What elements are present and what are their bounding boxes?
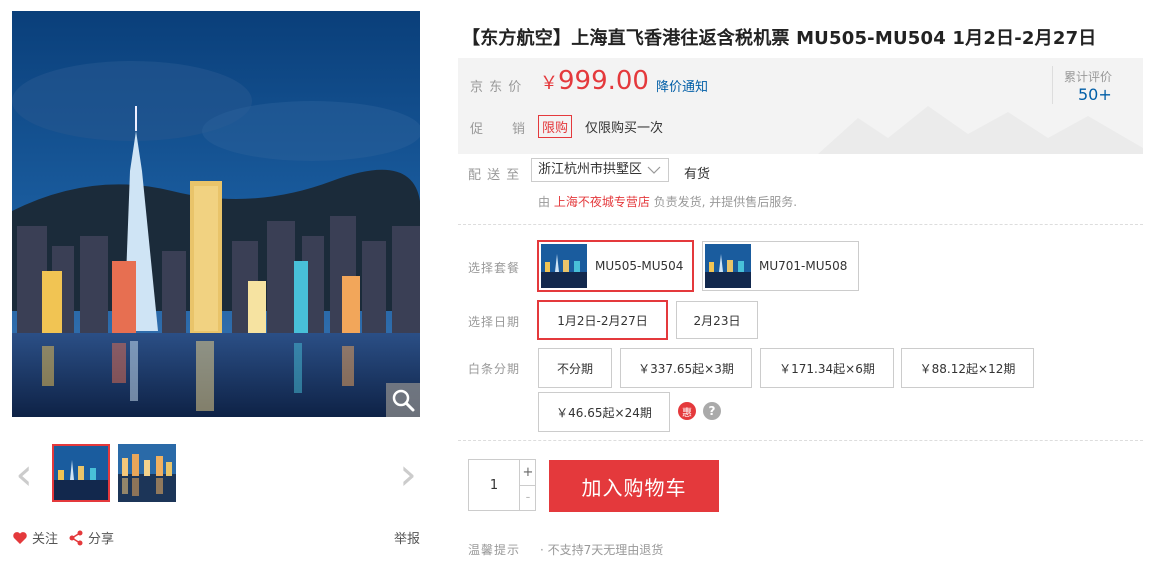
- installment-option-5[interactable]: ￥46.65起×24期: [538, 392, 670, 432]
- divider: [458, 440, 1143, 441]
- quantity-stepper: 1 + -: [468, 459, 536, 511]
- package-option-1[interactable]: MU505-MU504: [537, 240, 694, 292]
- heart-icon: [13, 531, 27, 544]
- stock-status: 有货: [684, 167, 711, 182]
- package-label-1: MU505-MU504: [595, 259, 684, 273]
- installment-option-2[interactable]: ￥337.65起×3期: [620, 348, 752, 388]
- hui-badge[interactable]: 惠: [678, 402, 696, 420]
- price-panel: 京 东 价 ￥999.00 降价通知 累计评价 50+ 促 销 限购 仅限购买一…: [458, 58, 1143, 154]
- location-selector[interactable]: 浙江杭州市拱墅区: [531, 158, 670, 182]
- mountain-watermark: [818, 106, 1143, 154]
- share-label: 分享: [88, 532, 115, 547]
- chevron-right-icon[interactable]: ›: [396, 453, 420, 497]
- chevron-left-icon[interactable]: ‹: [12, 453, 36, 497]
- quantity-decrease-button[interactable]: -: [519, 485, 536, 510]
- installment-option-3[interactable]: ￥171.34起×6期: [760, 348, 894, 388]
- seller-suffix: 负责发货, 并提供售后服务.: [649, 195, 798, 209]
- location-text: 浙江杭州市拱墅区: [538, 162, 643, 177]
- add-to-cart-button[interactable]: 加入购物车: [549, 460, 719, 512]
- package-label: 选择套餐: [468, 261, 521, 275]
- price-label: 京 东 价: [470, 80, 523, 95]
- package-label-2: MU701-MU508: [759, 259, 848, 273]
- review-count-link[interactable]: 50+: [1078, 85, 1112, 104]
- currency-symbol: ￥: [540, 73, 558, 94]
- date-option-1[interactable]: 1月2日-2月27日: [537, 300, 668, 340]
- thumbnail-2[interactable]: [118, 444, 176, 502]
- seller-info: 由 上海不夜城专营店 负责发货, 并提供售后服务.: [538, 193, 797, 210]
- promo-text: 仅限购买一次: [585, 121, 664, 136]
- magnifier-icon: [392, 389, 415, 412]
- tips-text: · 不支持7天无理由退货: [540, 543, 664, 557]
- review-label: 累计评价: [1064, 70, 1113, 84]
- tips-label: 温馨提示: [468, 543, 521, 557]
- question-icon[interactable]: ?: [703, 402, 721, 420]
- thumbnail-1[interactable]: [52, 444, 110, 502]
- quantity-input[interactable]: 1: [469, 460, 519, 510]
- installment-option-4[interactable]: ￥88.12起×12期: [901, 348, 1034, 388]
- installment-label: 白条分期: [468, 362, 521, 376]
- promo-label: 促 销: [470, 122, 527, 137]
- package-thumbnail: [705, 244, 751, 288]
- delivery-label: 配 送 至: [468, 168, 521, 183]
- seller-link[interactable]: 上海不夜城专营店: [554, 195, 650, 209]
- installment-option-1[interactable]: 不分期: [538, 348, 612, 388]
- date-option-2[interactable]: 2月23日: [676, 301, 758, 339]
- follow-label: 关注: [32, 532, 59, 547]
- quantity-increase-button[interactable]: +: [519, 460, 536, 486]
- package-thumbnail: [541, 244, 587, 288]
- promo-tag: 限购: [538, 115, 573, 138]
- report-link[interactable]: 举报: [394, 528, 420, 547]
- product-title: 【东方航空】上海直飞香港往返含税机票 MU505-MU504 1月2日-2月27…: [462, 28, 1097, 49]
- divider: [458, 224, 1143, 225]
- share-button[interactable]: 分享: [68, 528, 114, 547]
- zoom-button[interactable]: [386, 383, 420, 417]
- product-main-image[interactable]: [12, 11, 420, 417]
- chevron-down-icon: [647, 166, 661, 174]
- share-icon: [69, 530, 83, 545]
- price-amount: 999.00: [558, 66, 649, 96]
- price-value: ￥999.00: [540, 66, 649, 96]
- package-option-2[interactable]: MU701-MU508: [702, 241, 859, 291]
- price-drop-notify-link[interactable]: 降价通知: [656, 76, 708, 95]
- seller-prefix: 由: [538, 195, 554, 209]
- date-label: 选择日期: [468, 315, 521, 329]
- divider: [1052, 66, 1053, 104]
- follow-button[interactable]: 关注: [12, 528, 58, 547]
